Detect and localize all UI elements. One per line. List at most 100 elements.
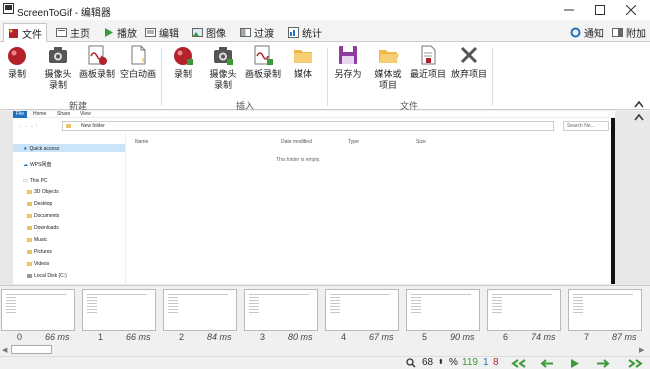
insert-webcam-record-button[interactable]: 摄像头 录制 — [204, 44, 242, 91]
save-as-button[interactable]: 另存为 — [333, 44, 363, 80]
image-icon — [192, 28, 203, 37]
attach-button[interactable]: 附加 — [608, 24, 650, 41]
tab-image[interactable]: 图像 — [188, 24, 230, 41]
tab-playback[interactable]: 播放 — [99, 24, 141, 41]
frame-list: 0 66 ms 1 66 ms 2 84 ms 3 80 ms 4 67 ms 5 90 ms 6 74 … — [0, 285, 650, 343]
new-webcam-record-button[interactable]: 摄像头 录制 — [39, 44, 77, 91]
insert-record-button[interactable]: 录制 — [169, 44, 197, 80]
board-record-icon — [254, 45, 273, 65]
nav-downloads: Downloads — [27, 225, 59, 231]
previous-frame-icon[interactable] — [540, 359, 554, 368]
insert-media-label: 媒体 — [293, 69, 312, 79]
edit-icon — [145, 28, 156, 37]
tab-playback-label: 播放 — [117, 29, 137, 40]
column-name: Name — [135, 139, 149, 145]
scroll-right-icon[interactable]: ▶ — [639, 346, 644, 354]
close-icon — [626, 5, 636, 15]
zoom-icon[interactable] — [406, 358, 416, 368]
board-record-icon — [88, 45, 107, 65]
explorer-tab-home: Home — [33, 111, 47, 117]
ribbon-separator — [492, 48, 493, 106]
tab-edit-label: 编辑 — [159, 29, 179, 40]
tab-home[interactable]: 主页 — [52, 24, 94, 41]
frame-thumbnail[interactable] — [244, 289, 318, 331]
tab-transitions[interactable]: 过渡 — [236, 24, 278, 41]
first-frame-icon[interactable] — [510, 359, 528, 368]
ribbon-separator — [161, 48, 162, 106]
frame-delay: 80 ms — [288, 332, 313, 342]
scroll-left-icon[interactable]: ◀ — [2, 346, 7, 354]
frame-index: 6 — [503, 332, 509, 342]
open-media-or-project-button[interactable]: 媒体或 项目 — [370, 44, 406, 91]
column-date: Date modified — [281, 139, 312, 145]
last-frame-icon[interactable] — [626, 359, 644, 368]
nav-documents: Documents — [27, 213, 59, 219]
zoom-value[interactable]: 68 — [422, 357, 433, 369]
captured-frame: File Home Share View ← → ⌄ ↑ New folder … — [13, 111, 615, 284]
explorer-menu-bar: File Home Share View — [13, 111, 615, 118]
new-board-record-button[interactable]: 画板录制 — [78, 44, 116, 80]
insert-board-record-button[interactable]: 画板录制 — [244, 44, 282, 80]
address-bar: New folder — [62, 121, 554, 131]
frame-thumbnail[interactable] — [163, 289, 237, 331]
new-blank-animation-button[interactable]: 空白动画 — [118, 44, 158, 80]
explorer-tab-share: Share — [57, 111, 71, 117]
tab-file-label: 文件 — [22, 29, 42, 41]
horizontal-scrollbar[interactable]: ◀ ▶ — [0, 343, 650, 356]
frame-delay: 74 ms — [531, 332, 556, 342]
play-icon[interactable] — [570, 359, 580, 368]
back-arrow-icon: ← → ⌄ ↑ — [17, 123, 38, 129]
insert-media-button[interactable]: 媒体 — [287, 44, 319, 80]
maximize-button[interactable] — [584, 0, 616, 20]
ribbon-tabs: 文件 主页 播放 编辑 图像 过渡 统计 通知 附加 — [0, 20, 650, 42]
folder-open-icon — [379, 50, 399, 63]
camera-icon — [49, 47, 67, 63]
frame-thumbnail[interactable] — [1, 289, 75, 331]
explorer-search-box: Search Ne... — [563, 121, 609, 131]
tab-home-label: 主页 — [70, 29, 90, 40]
nav-videos: Videos — [27, 261, 49, 267]
empty-folder-text: This folder is empty. — [276, 157, 321, 163]
recent-projects-button[interactable]: 最近项目 — [407, 44, 449, 80]
frame-thumbnail[interactable] — [325, 289, 399, 331]
notifications-label: 通知 — [584, 29, 604, 40]
save-icon — [339, 46, 357, 64]
window-title: ScreenToGif - 编辑器 — [17, 8, 111, 19]
nav-local-disk: Local Disk (C:) — [27, 273, 67, 279]
collapse-arrow-icon[interactable] — [634, 113, 644, 121]
frame-delay: 66 ms — [126, 332, 151, 342]
collapse-ribbon-icon[interactable] — [634, 100, 644, 108]
nav-desktop: Desktop — [27, 201, 52, 207]
tab-file[interactable]: 文件 — [3, 23, 47, 42]
file-tab-icon — [9, 28, 18, 38]
frame-thumbnail[interactable] — [406, 289, 480, 331]
tab-edit[interactable]: 编辑 — [141, 24, 183, 41]
frame-index: 2 — [179, 332, 185, 342]
new-record-label: 录制 — [7, 69, 26, 79]
zoom-percent: % — [449, 357, 458, 368]
frame-thumbnail[interactable] — [568, 289, 642, 331]
column-type: Type — [348, 139, 359, 145]
minimize-icon — [564, 9, 574, 11]
frame-index: 4 — [341, 332, 347, 342]
zoom-arrows-icon[interactable]: ⬍ — [438, 357, 444, 369]
open-media-or-project-label: 媒体或 项目 — [374, 69, 402, 90]
frame-thumbnail[interactable] — [487, 289, 561, 331]
tab-statistics[interactable]: 统计 — [284, 24, 326, 41]
explorer-pane-divider — [125, 133, 126, 284]
frame-index: 3 — [260, 332, 266, 342]
folder-icon — [66, 124, 71, 128]
maximize-icon — [595, 5, 605, 15]
notifications-button[interactable]: 通知 — [566, 24, 608, 41]
minimize-button[interactable] — [553, 0, 585, 20]
close-button[interactable] — [615, 0, 647, 20]
nav-3d-objects: 3D Objects — [27, 189, 59, 195]
next-frame-icon[interactable] — [596, 359, 610, 368]
frame-index: 0 — [17, 332, 23, 342]
status-bar: 68 ⬍ % 119 1 8 — [0, 356, 650, 368]
explorer-tab-view: View — [80, 111, 91, 117]
discard-project-button[interactable]: 放弃项目 — [448, 44, 490, 80]
frame-thumbnail[interactable] — [82, 289, 156, 331]
scroll-thumb[interactable] — [11, 345, 52, 354]
new-record-button[interactable]: 录制 — [3, 44, 31, 80]
